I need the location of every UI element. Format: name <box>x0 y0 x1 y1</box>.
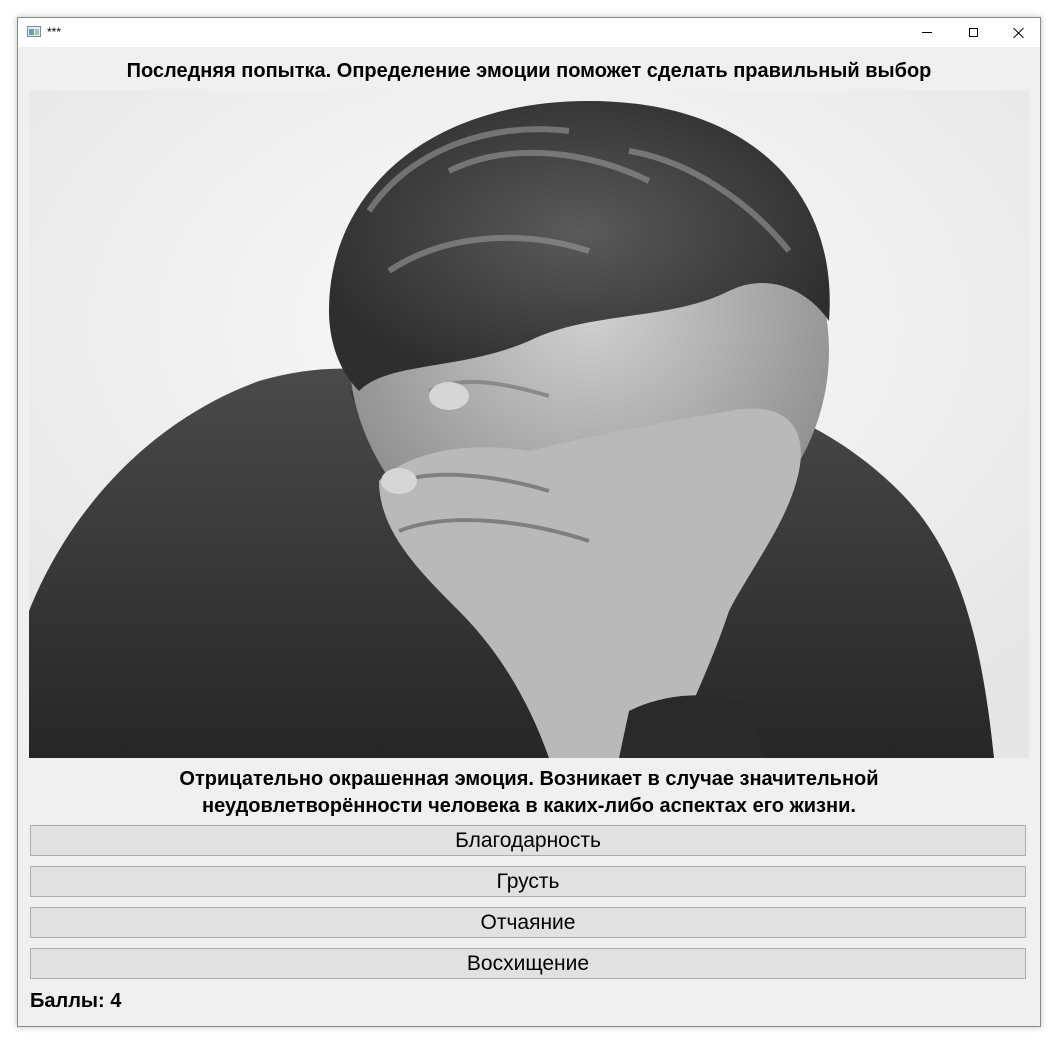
maximize-icon <box>968 28 978 37</box>
emotion-photo <box>29 91 1029 758</box>
title-bar[interactable]: *** <box>18 18 1040 47</box>
description-line-2: неудовлетворённости человека в каких-либ… <box>202 795 856 817</box>
emotion-description: Отрицательно окрашенная эмоция. Возникае… <box>18 766 1040 820</box>
app-window: *** Последняя попытка. Определение эмоци… <box>17 17 1041 1027</box>
answer-button-admiration[interactable]: Восхищение <box>30 948 1026 979</box>
description-line-1: Отрицательно окрашенная эмоция. Возникае… <box>179 768 879 790</box>
maximize-button[interactable] <box>950 18 996 47</box>
minimize-icon <box>922 32 932 33</box>
minimize-button[interactable] <box>904 18 950 47</box>
app-icon <box>27 26 41 37</box>
answer-button-gratitude[interactable]: Благодарность <box>30 825 1026 856</box>
question-heading: Последняя попытка. Определение эмоции по… <box>126 60 932 82</box>
answer-button-despair[interactable]: Отчаяние <box>30 907 1026 938</box>
close-button[interactable] <box>996 18 1040 47</box>
window-title: *** <box>47 25 62 39</box>
answer-button-sadness[interactable]: Грусть <box>30 866 1026 897</box>
close-icon <box>1013 27 1025 39</box>
score-label: Баллы: 4 <box>30 990 122 1012</box>
